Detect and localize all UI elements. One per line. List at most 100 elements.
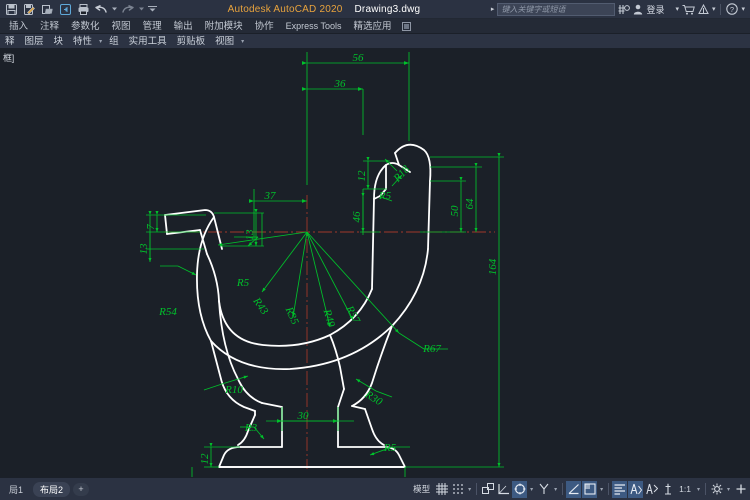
file-name-text: Drawing3.dwg xyxy=(354,3,421,15)
dim-50: 50 xyxy=(449,205,461,217)
otrack-dropdown-icon[interactable]: ▾ xyxy=(552,486,559,493)
panel-utilities[interactable]: 实用工具 xyxy=(124,34,172,49)
svg-text:?: ? xyxy=(730,5,734,14)
panel-layers[interactable]: 图层 xyxy=(20,34,49,49)
autoscale-button[interactable] xyxy=(644,481,659,498)
redo-dropdown-icon[interactable] xyxy=(138,2,145,17)
rad-R43: R43 xyxy=(250,295,271,318)
rad-R35: R35 xyxy=(282,304,301,326)
save-as-icon[interactable] xyxy=(21,2,37,17)
panel-clipboard[interactable]: 剪贴板 xyxy=(172,34,211,49)
workspace-dropdown-icon[interactable]: ▾ xyxy=(725,486,732,493)
customization-icon[interactable] xyxy=(733,481,748,498)
model-space-button[interactable]: 模型 xyxy=(410,481,433,498)
login-button[interactable]: 登录 xyxy=(646,3,664,16)
ribbon-tab-collaborate[interactable]: 协作 xyxy=(249,19,280,34)
status-separator-3 xyxy=(608,483,610,495)
ribbon-tab-express-tools[interactable]: Express Tools xyxy=(280,19,348,34)
open-icon[interactable] xyxy=(39,2,55,17)
status-separator-4 xyxy=(705,483,706,495)
polar-tracking-button[interactable] xyxy=(496,481,511,498)
drawing-canvas[interactable]: 框] 56 36 37 30 7 13 13 12 46 50 64 164 1… xyxy=(0,49,750,477)
title-bar: Autodesk AutoCAD 2020 Drawing3.dwg ▸ 键入关… xyxy=(0,0,750,19)
osnap-dropdown-icon[interactable]: ▾ xyxy=(528,486,535,493)
undo-dropdown-icon[interactable] xyxy=(111,2,118,17)
transparency-dropdown-icon[interactable]: ▾ xyxy=(598,486,605,493)
autocad-window: Autodesk AutoCAD 2020 Drawing3.dwg ▸ 键入关… xyxy=(0,0,750,500)
stay-connected-icon[interactable] xyxy=(698,3,709,15)
ortho-mode-button[interactable] xyxy=(480,481,495,498)
add-layout-button[interactable]: + xyxy=(73,482,90,496)
dim-164: 164 xyxy=(487,258,499,275)
transparency-button[interactable] xyxy=(582,480,598,498)
login-dropdown-icon[interactable]: ▾ xyxy=(675,5,679,13)
search-expand-icon[interactable]: ▸ xyxy=(491,5,495,13)
dim-56: 56 xyxy=(353,52,365,64)
drawing-svg: 56 36 37 30 10 63 7 13 13 12 46 50 64 16… xyxy=(138,52,504,477)
grid-display-button[interactable] xyxy=(434,481,449,498)
save-icon[interactable] xyxy=(3,2,19,17)
dim-37: 37 xyxy=(264,190,277,202)
dim-12-head: 12 xyxy=(356,170,368,182)
undo-icon[interactable] xyxy=(93,2,109,17)
dim-64: 64 xyxy=(464,198,476,210)
rad-R67: R67 xyxy=(422,343,441,355)
ribbon-tab-annotate[interactable]: 注释 xyxy=(34,19,65,34)
lineweight-button[interactable] xyxy=(566,480,582,498)
qat-dropdown-icon[interactable] xyxy=(147,2,157,17)
rad-R5-head: R5 xyxy=(378,190,392,202)
workspace-switch-icon[interactable] xyxy=(709,481,724,498)
ribbon-tab-view[interactable]: 视图 xyxy=(106,19,137,34)
print-icon[interactable] xyxy=(75,2,91,17)
status-bar: 局1 布局2 + 模型 ▾ ▾ ▾ ▾ 1:1 ▾ ▾ xyxy=(0,477,750,500)
rad-R5-base: R5 xyxy=(383,442,397,454)
status-tool-tray: 模型 ▾ ▾ ▾ ▾ 1:1 ▾ ▾ xyxy=(410,480,750,498)
rad-R49: R49 xyxy=(320,307,337,329)
dim-46: 46 xyxy=(351,211,363,223)
scale-value-label[interactable]: 1:1 xyxy=(676,481,694,498)
ribbon-tab-insert[interactable]: 插入 xyxy=(3,19,34,34)
connected-dropdown-icon[interactable]: ▾ xyxy=(712,5,716,13)
dim-7: 7 xyxy=(145,224,157,230)
ribbon-tab-featured-apps[interactable]: 精选应用 xyxy=(347,19,397,34)
snap-dropdown-icon[interactable]: ▾ xyxy=(466,486,473,493)
status-separator-1 xyxy=(476,483,478,495)
otrack-button[interactable] xyxy=(536,481,551,498)
panel-view[interactable]: 视图 xyxy=(210,34,239,49)
ribbon-tab-parametric[interactable]: 参数化 xyxy=(65,19,106,34)
annotation-visibility-button[interactable] xyxy=(628,480,644,498)
quick-access-toolbar xyxy=(0,2,157,17)
rad-R10: R10 xyxy=(224,384,243,396)
panel-groups[interactable]: 组 xyxy=(104,34,124,49)
layout-tab-2[interactable]: 布局2 xyxy=(33,481,71,497)
ribbon-tab-manage[interactable]: 管理 xyxy=(137,19,168,34)
search-input[interactable]: 键入关键字或短语 xyxy=(497,2,616,16)
panel-annotation[interactable]: 释 xyxy=(0,34,20,49)
ribbon-tab-output[interactable]: 输出 xyxy=(168,19,199,34)
panel-properties[interactable]: 特性 xyxy=(68,34,97,49)
help-dropdown-icon[interactable]: ▾ xyxy=(741,5,745,13)
autodesk-app-store-icon[interactable] xyxy=(682,4,695,15)
status-separator-2 xyxy=(562,483,564,495)
dim-30: 30 xyxy=(297,410,310,422)
export-icon[interactable] xyxy=(57,2,73,17)
osnap-button[interactable] xyxy=(512,480,528,498)
scale-dropdown-icon[interactable]: ▾ xyxy=(695,486,702,493)
ribbon-tab-addins[interactable]: 附加模块 xyxy=(199,19,249,34)
annotation-scale-button[interactable] xyxy=(660,481,675,498)
dim-13-right: 13 xyxy=(244,229,256,241)
redo-icon[interactable] xyxy=(120,2,136,17)
selection-cycling-button[interactable] xyxy=(612,480,628,498)
window-title: Autodesk AutoCAD 2020 Drawing3.dwg xyxy=(157,4,491,15)
title-bar-separator xyxy=(720,3,722,15)
search-submit-icon[interactable] xyxy=(618,4,631,15)
account-icon[interactable] xyxy=(633,4,643,15)
help-icon[interactable]: ? xyxy=(726,3,739,15)
panel-view-chevron-down-icon[interactable]: ▾ xyxy=(239,38,246,45)
panel-properties-chevron-down-icon[interactable]: ▾ xyxy=(97,38,104,45)
dimension-lines xyxy=(146,52,504,477)
panel-block[interactable]: 块 xyxy=(49,34,69,49)
ribbon-overflow-icon[interactable] xyxy=(398,21,415,31)
layout-tab-1[interactable]: 局1 xyxy=(2,482,30,497)
snap-mode-button[interactable] xyxy=(450,481,465,498)
